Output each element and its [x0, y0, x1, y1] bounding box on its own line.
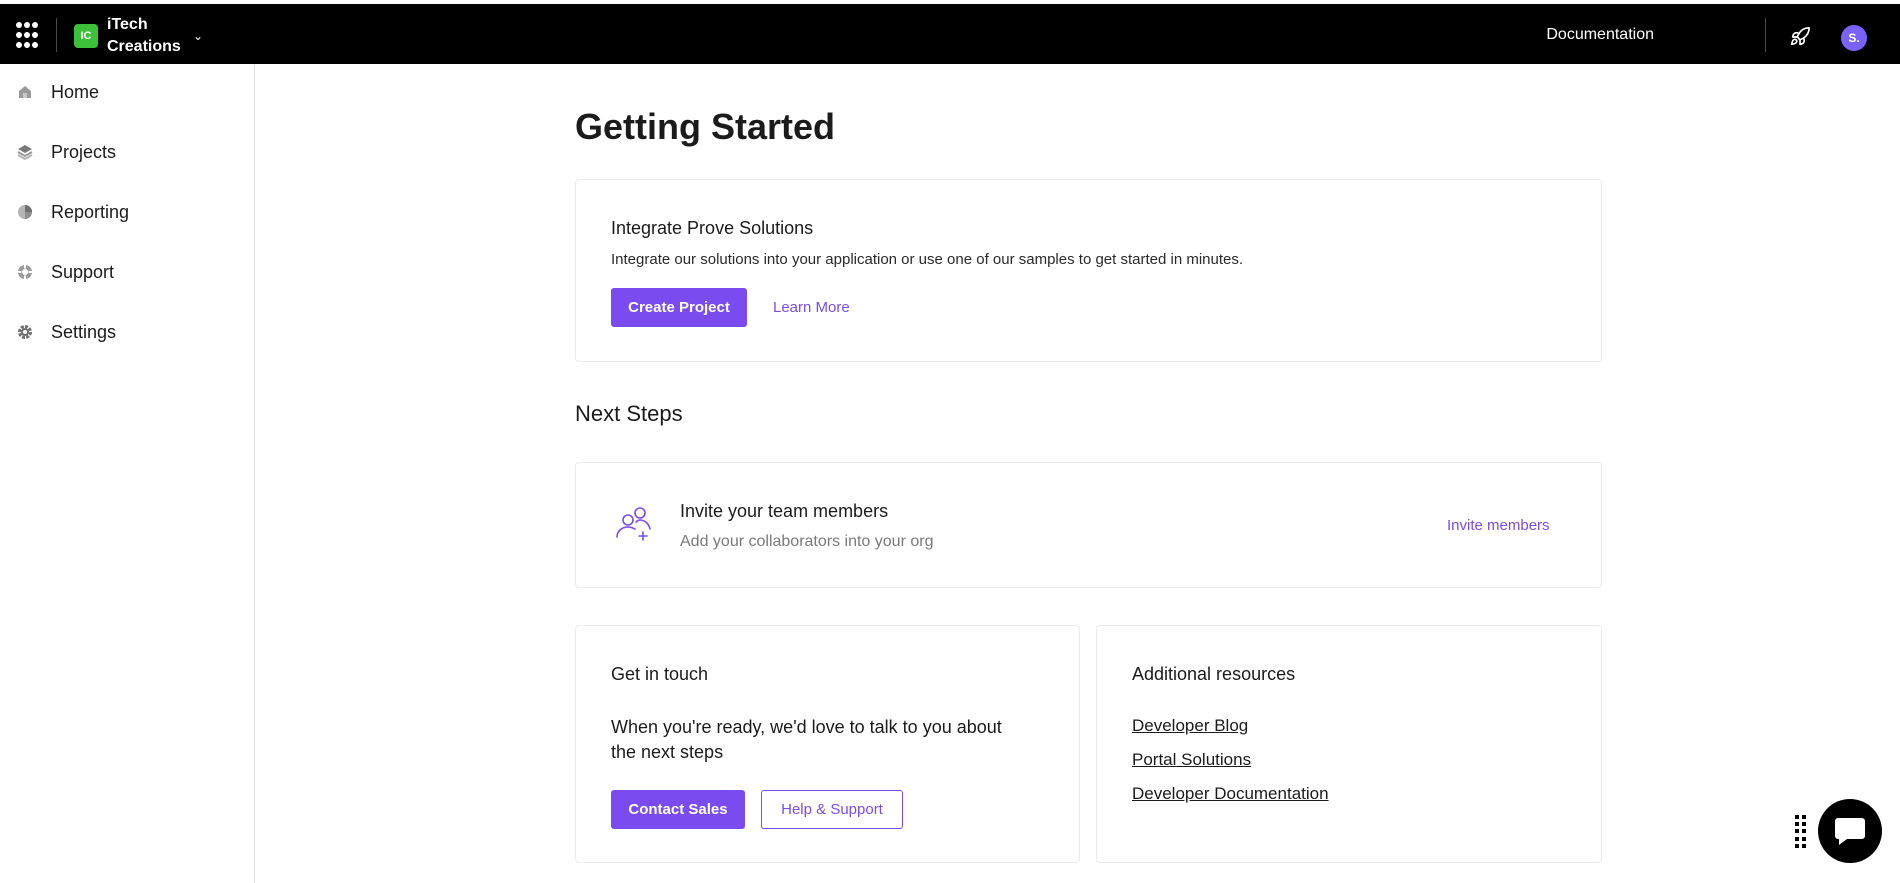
drag-handle-icon[interactable]: [1795, 815, 1807, 849]
integrate-description: Integrate our solutions into your applic…: [611, 251, 1244, 268]
invite-title: Invite your team members: [680, 501, 889, 521]
sidebar-item-label: Home: [51, 81, 100, 102]
additional-resources-card: Additional resources Developer Blog Port…: [1096, 625, 1602, 863]
developer-documentation-link[interactable]: Developer Documentation: [1132, 784, 1329, 804]
avatar[interactable]: S.: [1841, 25, 1867, 51]
integrate-card: Integrate Prove Solutions Integrate our …: [575, 179, 1602, 362]
org-switcher[interactable]: IC iTech Creations ⌄: [74, 13, 203, 59]
sidebar-item-settings[interactable]: Settings: [0, 312, 255, 352]
pie-chart-icon: [18, 205, 32, 219]
sidebar-item-label: Settings: [51, 321, 117, 342]
divider: [56, 18, 57, 52]
developer-blog-link[interactable]: Developer Blog: [1132, 716, 1248, 736]
invite-subtitle: Add your collaborators into your org: [680, 533, 934, 550]
portal-solutions-link[interactable]: Portal Solutions: [1132, 750, 1251, 770]
rocket-icon[interactable]: [1789, 26, 1811, 48]
learn-more-link[interactable]: Learn More: [773, 299, 850, 316]
sidebar-item-label: Projects: [51, 141, 117, 162]
home-icon: [19, 86, 31, 98]
contact-sales-button[interactable]: Contact Sales: [611, 790, 745, 829]
org-name: iTech Creations: [107, 16, 181, 55]
invite-members-link[interactable]: Invite members: [1447, 517, 1550, 534]
create-project-button[interactable]: Create Project: [611, 288, 747, 327]
gear-icon: [18, 325, 32, 339]
chat-icon: [1835, 818, 1865, 845]
add-user-icon: [616, 507, 651, 541]
help-support-button[interactable]: Help & Support: [761, 790, 903, 829]
sidebar-item-reporting[interactable]: Reporting: [0, 192, 255, 232]
sidebar-item-label: Support: [51, 261, 115, 282]
sidebar-item-projects[interactable]: Projects: [0, 132, 255, 172]
page-title: Getting Started: [575, 106, 836, 147]
integrate-title: Integrate Prove Solutions: [611, 218, 814, 238]
documentation-link[interactable]: Documentation: [1546, 26, 1654, 44]
layers-icon: [17, 145, 33, 161]
sidebar-item-label: Reporting: [51, 201, 130, 222]
next-steps-title: Next Steps: [575, 401, 683, 426]
sidebar-item-support[interactable]: Support: [0, 252, 255, 292]
sidebar: Home Projects Reporting Support Settings: [0, 64, 255, 883]
apps-grid-icon[interactable]: [16, 22, 38, 50]
invite-card: Invite your team members Add your collab…: [575, 462, 1602, 588]
top-bar: IC iTech Creations ⌄ Documentation S.: [0, 4, 1900, 64]
get-in-touch-text: When you're ready, we'd love to talk to …: [611, 717, 1002, 762]
divider: [1765, 18, 1766, 52]
lifebuoy-icon: [17, 264, 33, 280]
additional-resources-title: Additional resources: [1132, 664, 1296, 684]
get-in-touch-card: Get in touch When you're ready, we'd lov…: [575, 625, 1080, 863]
get-in-touch-title: Get in touch: [611, 664, 709, 684]
sidebar-item-home[interactable]: Home: [0, 72, 255, 112]
org-badge: IC: [74, 24, 98, 48]
chevron-down-icon: ⌄: [193, 29, 204, 43]
chat-launcher-button[interactable]: [1818, 799, 1882, 863]
